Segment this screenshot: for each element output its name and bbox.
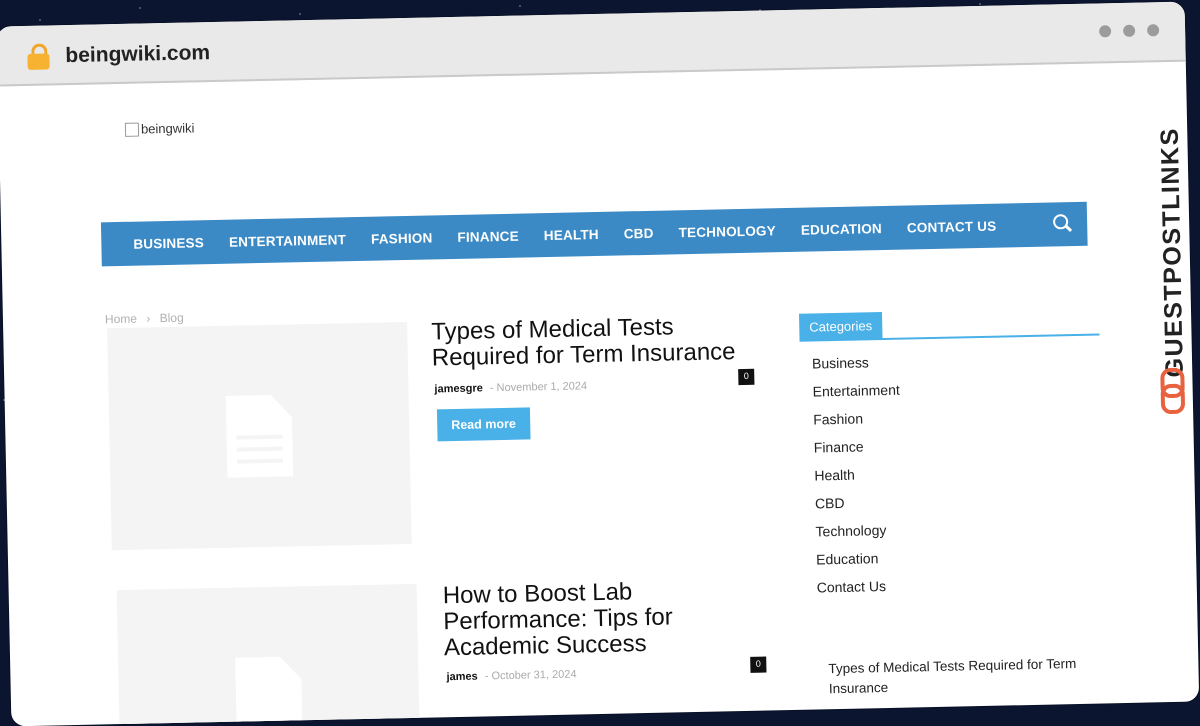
site-logo[interactable]: beingwiki — [124, 120, 195, 137]
dot-icon — [1099, 25, 1112, 38]
breadcrumb-separator: › — [146, 311, 151, 326]
window-dots — [1099, 24, 1160, 38]
category-cbd[interactable]: CBD — [815, 495, 845, 512]
broken-image-icon — [124, 122, 140, 137]
post-thumbnail[interactable] — [107, 321, 412, 551]
comment-count[interactable]: 0 — [738, 368, 755, 386]
nav-item-contact-us[interactable]: CONTACT US — [907, 218, 997, 235]
category-fashion[interactable]: Fashion — [813, 410, 863, 427]
document-icon — [235, 656, 303, 726]
category-contact-us[interactable]: Contact Us — [817, 578, 887, 595]
category-finance[interactable]: Finance — [814, 438, 864, 455]
category-business[interactable]: Business — [812, 354, 869, 371]
watermark-text: GUESTPOSTLINKS — [1155, 126, 1189, 378]
breadcrumb-current: Blog — [159, 310, 184, 326]
post-date: October 31, 2024 — [491, 668, 577, 683]
nav-item-finance[interactable]: FINANCE — [457, 228, 519, 244]
nav-item-technology[interactable]: TECHNOLOGY — [678, 223, 776, 240]
browser-window: beingwiki.com beingwiki BUSINESS ENTERTA… — [0, 1, 1200, 726]
meta-separator: - — [484, 670, 489, 683]
read-more-button[interactable]: Read more — [436, 407, 531, 442]
nav-item-fashion[interactable]: FASHION — [371, 230, 433, 246]
post-title-line: Academic Success — [443, 630, 647, 662]
guestpostlinks-watermark: GUESTPOSTLINKS — [1151, 118, 1193, 419]
post-thumbnail[interactable] — [116, 583, 420, 726]
post-author[interactable]: jamesgre — [434, 382, 483, 395]
category-entertainment[interactable]: Entertainment — [812, 382, 899, 400]
post-meta: jamesgre - November 1, 2024 — [434, 380, 587, 395]
breadcrumb-home[interactable]: Home — [105, 312, 137, 327]
address-bar-url[interactable]: beingwiki.com — [65, 41, 210, 68]
nav-item-health[interactable]: HEALTH — [544, 226, 599, 242]
category-health[interactable]: Health — [814, 467, 855, 484]
categories-heading: Categories — [798, 312, 883, 341]
category-technology[interactable]: Technology — [815, 522, 886, 539]
search-icon[interactable] — [1052, 214, 1073, 234]
lock-icon — [27, 43, 50, 70]
breadcrumb: Home › Blog — [105, 311, 190, 327]
post-meta: james - October 31, 2024 — [446, 669, 576, 684]
dot-icon — [1123, 24, 1136, 37]
nav-item-cbd[interactable]: CBD — [624, 225, 654, 241]
nav-item-business[interactable]: BUSINESS — [133, 235, 204, 251]
sidebar-recent-post[interactable]: Types of Medical Tests Required for Term… — [828, 654, 1089, 699]
nav-item-entertainment[interactable]: ENTERTAINMENT — [229, 232, 346, 249]
meta-separator: - — [489, 382, 494, 395]
main-navigation: BUSINESS ENTERTAINMENT FASHION FINANCE H… — [100, 201, 1088, 267]
category-education[interactable]: Education — [816, 550, 879, 567]
post-date: November 1, 2024 — [496, 380, 588, 395]
post-title-line: Required for Term Insurance — [431, 338, 736, 372]
post-title[interactable]: Types of Medical Tests Required for Term… — [431, 313, 736, 371]
document-icon — [226, 394, 294, 477]
chain-link-icon — [1160, 367, 1186, 415]
post-title[interactable]: How to Boost Lab Performance: Tips for A… — [443, 578, 674, 661]
web-page: beingwiki BUSINESS ENTERTAINMENT FASHION… — [0, 62, 1199, 726]
logo-alt-text: beingwiki — [140, 120, 195, 137]
nav-item-education[interactable]: EDUCATION — [801, 221, 882, 238]
dot-icon — [1147, 24, 1160, 37]
post-author[interactable]: james — [446, 671, 477, 684]
comment-count[interactable]: 0 — [750, 656, 767, 673]
categories-widget-header: Categories — [798, 307, 1100, 342]
